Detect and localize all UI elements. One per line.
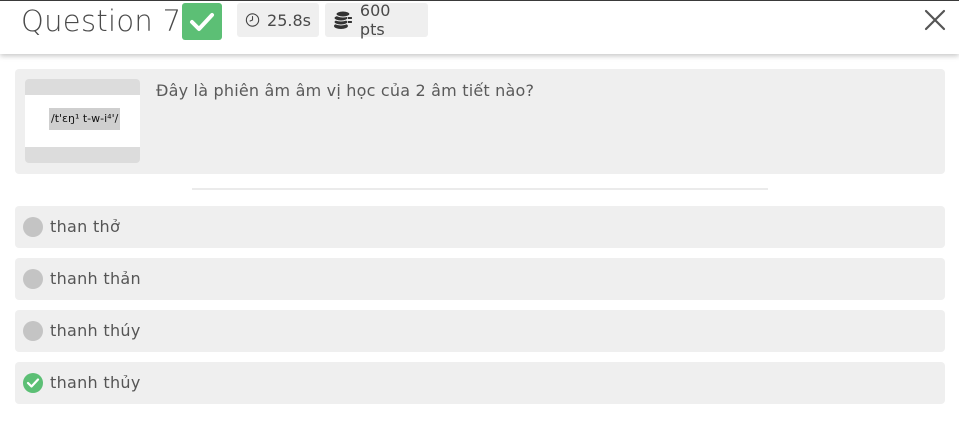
- answer-option-label: thanh thản: [50, 269, 141, 288]
- divider: [192, 188, 768, 190]
- timer-value: 25.8s: [267, 10, 311, 30]
- radio-icon: [23, 269, 43, 289]
- timer-pill: 25.8s: [237, 3, 319, 37]
- answer-option-label: thanh thủy: [50, 373, 141, 392]
- close-button[interactable]: [922, 7, 948, 33]
- radio-icon: [23, 217, 43, 237]
- answer-option-2[interactable]: thanh thản: [15, 258, 945, 300]
- question-image: /t'ɛŋ¹ t-w-i⁴'/: [25, 79, 140, 163]
- ipa-transcription-image: /t'ɛŋ¹ t-w-i⁴'/: [49, 108, 121, 130]
- question-title: Question 7: [21, 4, 182, 38]
- answer-option-1[interactable]: than thở: [15, 206, 945, 248]
- close-icon: [924, 9, 946, 31]
- answer-option-4[interactable]: thanh thủy: [15, 362, 945, 404]
- points-value: 600 pts: [359, 1, 391, 39]
- coins-icon: [333, 10, 352, 29]
- points-pill: 600 pts: [325, 1, 428, 39]
- answer-option-label: than thở: [50, 217, 121, 236]
- check-icon: [190, 12, 214, 31]
- quiz-header: Question 7 25.8s 600 pts: [0, 0, 959, 54]
- answer-option-label: thanh thúy: [50, 321, 141, 340]
- correct-check-icon: [23, 373, 43, 393]
- answer-option-3[interactable]: thanh thúy: [15, 310, 945, 352]
- check-icon: [26, 378, 40, 388]
- radio-icon: [23, 321, 43, 341]
- clock-icon: [245, 13, 260, 27]
- question-text: Đây là phiên âm âm vị học của 2 âm tiết …: [156, 81, 535, 100]
- question-card: /t'ɛŋ¹ t-w-i⁴'/ Đây là phiên âm âm vị họ…: [15, 69, 945, 174]
- correct-status-badge: [182, 3, 222, 40]
